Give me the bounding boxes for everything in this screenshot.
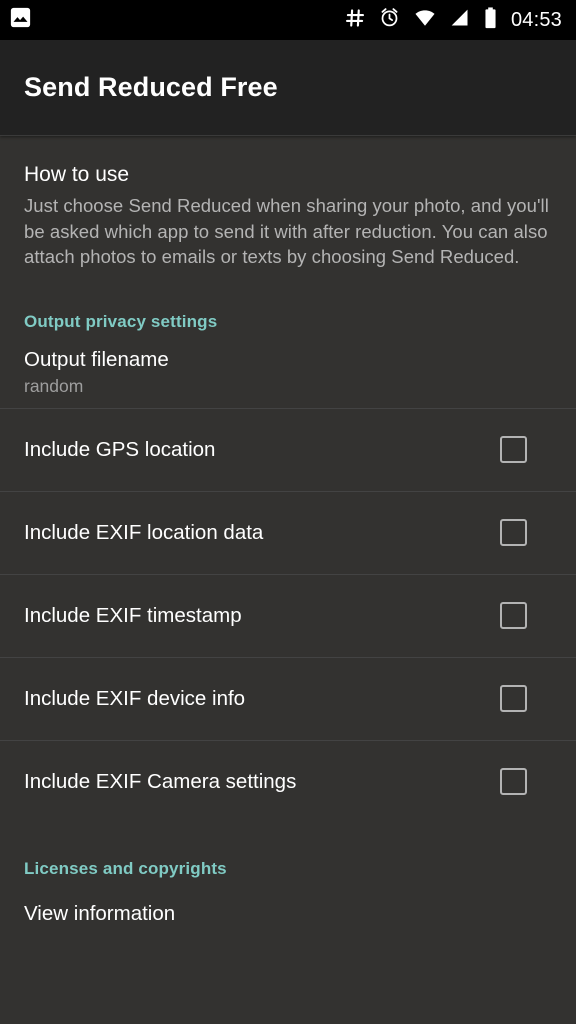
gallery-icon	[10, 7, 31, 33]
status-bar: 04:53	[0, 0, 576, 40]
setting-label: Include EXIF timestamp	[24, 603, 242, 627]
wifi-icon	[414, 8, 436, 33]
setting-row-view-information[interactable]: View information	[0, 879, 576, 949]
output-filename-value: random	[24, 376, 84, 396]
hash-icon	[345, 8, 365, 33]
setting-label: Include GPS location	[24, 437, 216, 461]
setting-label: Include EXIF Camera settings	[24, 769, 297, 793]
checkbox-include-exif-location-data[interactable]	[500, 519, 527, 546]
setting-row-include-exif-timestamp[interactable]: Include EXIF timestamp	[0, 575, 576, 657]
section-header-licenses: Licenses and copyrights	[24, 858, 227, 878]
view-information-label: View information	[24, 901, 176, 925]
setting-row-include-exif-camera-settings[interactable]: Include EXIF Camera settings	[0, 741, 576, 823]
how-to-use-heading: How to use	[24, 163, 130, 186]
page-title: Send Reduced Free	[24, 72, 278, 102]
setting-row-output-filename[interactable]: Output filename random	[0, 332, 576, 408]
how-to-use-section: How to use Just choose Send Reduced when…	[0, 136, 576, 270]
app-bar: Send Reduced Free	[0, 40, 576, 136]
status-bar-right-icons: 04:53	[345, 6, 562, 34]
setting-label: Include EXIF device info	[24, 686, 246, 710]
checkbox-include-exif-device-info[interactable]	[500, 685, 527, 712]
cellular-signal-icon	[450, 8, 470, 33]
checkbox-include-gps-location[interactable]	[500, 436, 527, 463]
checkbox-include-exif-timestamp[interactable]	[500, 602, 527, 629]
status-bar-clock: 04:53	[510, 8, 562, 31]
setting-row-include-gps-location[interactable]: Include GPS location	[0, 409, 576, 491]
how-to-use-body: Just choose Send Reduced when sharing yo…	[24, 195, 549, 267]
settings-list[interactable]: How to use Just choose Send Reduced when…	[0, 136, 576, 1023]
setting-label: Include EXIF location data	[24, 520, 264, 544]
section-header-output-privacy: Output privacy settings	[24, 311, 218, 331]
setting-row-include-exif-device-info[interactable]: Include EXIF device info	[0, 658, 576, 740]
setting-row-include-exif-location-data[interactable]: Include EXIF location data	[0, 492, 576, 574]
output-filename-label: Output filename	[24, 348, 169, 371]
battery-icon	[484, 6, 497, 34]
status-bar-left-icons	[10, 7, 31, 33]
alarm-clock-icon	[379, 7, 400, 33]
checkbox-include-exif-camera-settings[interactable]	[500, 768, 527, 795]
